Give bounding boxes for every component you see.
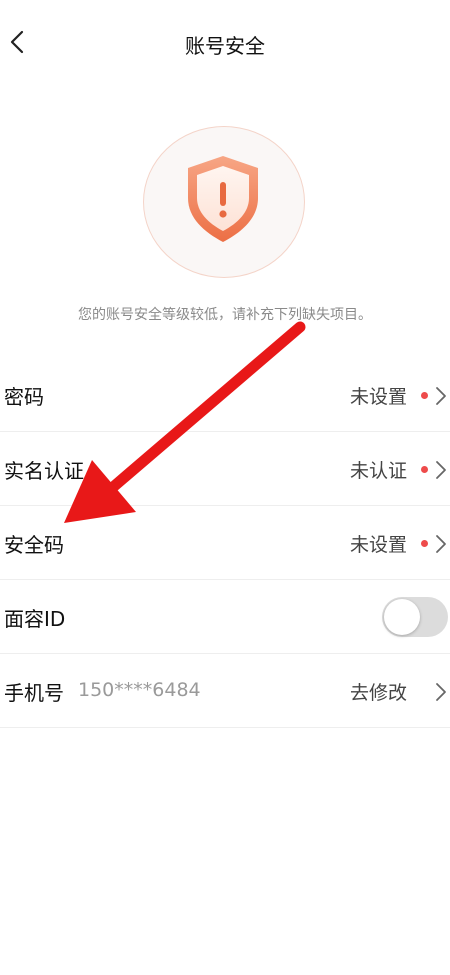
page-title: 账号安全	[185, 34, 265, 58]
toggle-knob	[384, 599, 420, 635]
phone-label: 手机号	[4, 681, 64, 705]
security-code-row[interactable]: 安全码 未设置	[0, 506, 450, 580]
modify-phone-link[interactable]: 去修改	[350, 678, 407, 705]
chevron-right-icon	[436, 387, 446, 405]
security-code-status: 未设置	[349, 534, 407, 556]
password-label: 密码	[4, 385, 44, 409]
face-id-label: 面容ID	[4, 607, 66, 631]
security-notice: 您的账号安全等级较低，请补充下列缺失项目。	[78, 307, 372, 323]
phone-number: 150****6484	[78, 679, 201, 701]
real-name-status: 未认证	[349, 460, 407, 482]
face-id-row: 面容ID	[0, 580, 450, 654]
chevron-right-icon	[436, 683, 446, 701]
chevron-right-icon	[436, 535, 446, 553]
status-dot	[421, 392, 428, 399]
face-id-toggle[interactable]	[382, 597, 448, 637]
password-row[interactable]: 密码 未设置	[0, 358, 450, 432]
security-level-illustration	[143, 126, 307, 280]
status-dot	[421, 466, 428, 473]
shield-exclamation-icon	[188, 156, 258, 242]
real-name-label: 实名认证	[4, 459, 84, 483]
header-bar: 账号安全	[0, 0, 450, 86]
settings-list: 密码 未设置 实名认证 未认证 安全码 未设置 面容ID 手机号 150****…	[0, 358, 450, 728]
phone-row[interactable]: 手机号 150****6484 去修改	[0, 654, 450, 728]
security-code-label: 安全码	[4, 533, 64, 557]
real-name-row[interactable]: 实名认证 未认证	[0, 432, 450, 506]
chevron-right-icon	[436, 461, 446, 479]
status-dot	[421, 540, 428, 547]
password-status: 未设置	[349, 386, 407, 408]
